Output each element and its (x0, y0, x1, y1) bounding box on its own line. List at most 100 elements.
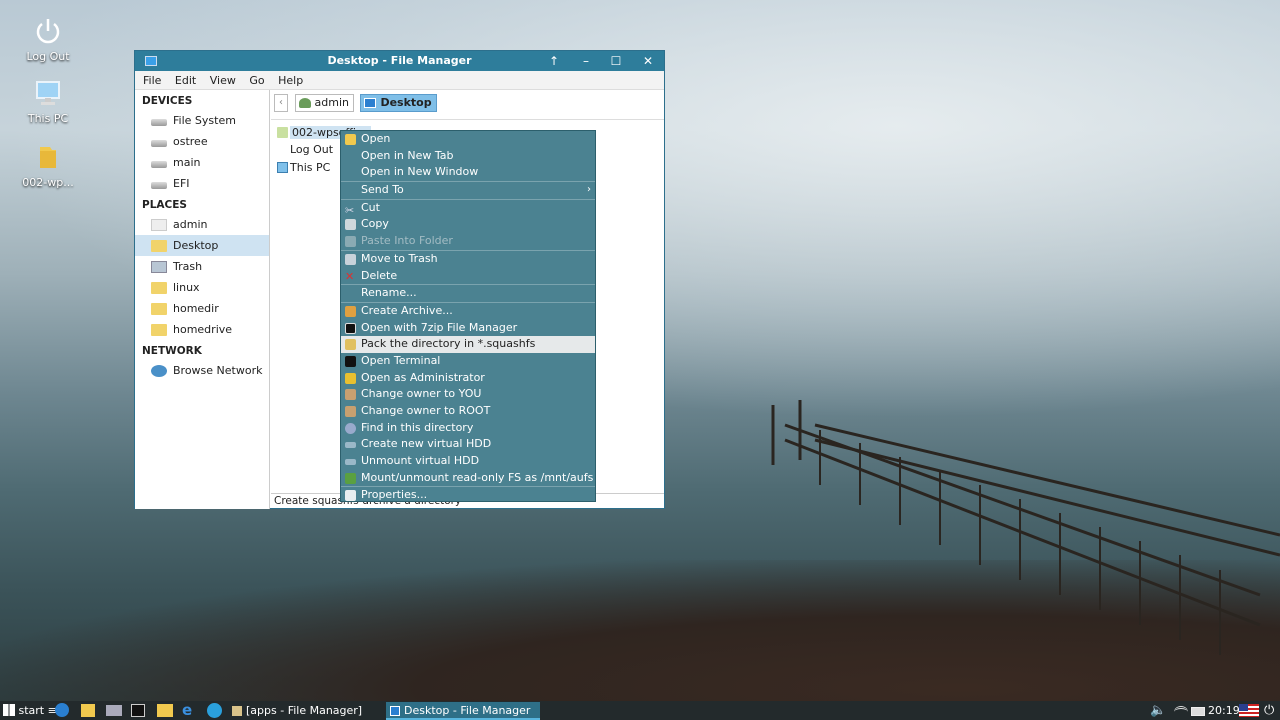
menu-item-open[interactable]: Open (341, 131, 595, 148)
menu-item-send-to[interactable]: Send To › (341, 182, 595, 199)
menu-item-open-new-window[interactable]: Open in New Window (341, 164, 595, 181)
desktop-folder-icon (151, 240, 167, 252)
computer-icon (36, 81, 60, 105)
info-icon[interactable] (55, 703, 69, 717)
window-titlebar[interactable]: Desktop - File Manager ↑ – ☐ ✕ (135, 51, 664, 71)
task-desktop-file-manager[interactable]: Desktop - File Manager (386, 702, 540, 720)
path-back-button[interactable]: ‹ (274, 94, 288, 112)
folder-open-icon (345, 134, 356, 145)
menu-edit[interactable]: Edit (172, 71, 199, 90)
menu-file[interactable]: File (140, 71, 164, 90)
drives-launcher-icon[interactable] (106, 705, 122, 716)
desktop-icon-thispc[interactable]: This PC (8, 78, 88, 125)
menu-item-unmount-virtual-hdd[interactable]: Unmount virtual HDD (341, 453, 595, 470)
home-icon (151, 219, 167, 231)
menu-item-open-new-tab[interactable]: Open in New Tab (341, 148, 595, 165)
sidebar-item-browse-network[interactable]: Browse Network (135, 360, 269, 381)
sidebar-item-label: linux (173, 281, 200, 294)
start-button[interactable]: start ≡ (3, 701, 57, 720)
task-apps-file-manager[interactable]: [apps - File Manager] (228, 702, 382, 720)
menu-item-create-archive[interactable]: Create Archive... (341, 303, 595, 320)
folder-icon (277, 127, 288, 138)
menu-item-find-in-directory[interactable]: Find in this directory (341, 420, 595, 437)
sidebar-item-label: EFI (173, 177, 190, 190)
folder-launcher-icon[interactable] (157, 704, 173, 717)
sidebar-item-homedir[interactable]: homedir (135, 298, 269, 319)
shield-icon (345, 372, 356, 384)
power-icon[interactable]: ⏻ (1264, 701, 1274, 720)
network-status-icon[interactable] (1174, 706, 1188, 718)
archive-icon (345, 305, 356, 317)
7zip-icon (345, 322, 356, 334)
user-icon (298, 98, 311, 108)
sidebar-item-label: main (173, 156, 201, 169)
menu-item-move-to-trash[interactable]: Move to Trash (341, 251, 595, 268)
breadcrumb-admin[interactable]: admin (294, 94, 354, 112)
menu-item-cut[interactable]: ✂ Cut (341, 200, 595, 217)
menu-item-change-owner-root[interactable]: Change owner to ROOT (341, 403, 595, 420)
clock[interactable]: 20:19 (1208, 701, 1240, 720)
browser-launcher-icon[interactable]: e (182, 701, 198, 720)
menu-item-mount-aufs[interactable]: Mount/unmount read-only FS as /mnt/aufs (341, 470, 595, 487)
sidebar-item-main[interactable]: main (135, 152, 269, 173)
drive-icon (151, 182, 167, 189)
wallpaper-pier (771, 400, 1280, 655)
taskbar: start ≡ e [apps - File Manager] Desktop … (0, 701, 1280, 720)
file-manager-launcher-icon[interactable] (81, 704, 95, 717)
folder-icon (151, 324, 167, 336)
volume-icon[interactable]: 🔈 (1150, 701, 1166, 720)
menu-item-open-7zip[interactable]: Open with 7zip File Manager (341, 320, 595, 337)
desktop-icon-wpsoffice[interactable]: 002-wp... (8, 142, 88, 189)
desktop-icon-logout[interactable]: Log Out (8, 16, 88, 63)
maximize-button[interactable]: ☐ (605, 51, 627, 71)
menu-item-rename[interactable]: Rename... (341, 285, 595, 302)
file-manager-icon (145, 56, 157, 66)
window-title: Desktop - File Manager (327, 54, 472, 67)
users-icon (345, 406, 356, 417)
desktop-icon (364, 98, 377, 108)
network-icon (151, 365, 167, 377)
sidebar-item-admin[interactable]: admin (135, 214, 269, 235)
sidebar-header-network: NETWORK (142, 345, 202, 357)
context-menu: Open Open in New Tab Open in New Window … (340, 130, 596, 502)
us-flag-icon[interactable] (1239, 704, 1259, 717)
sidebar-item-ostree[interactable]: ostree (135, 131, 269, 152)
sidebar-item-efi[interactable]: EFI (135, 173, 269, 194)
sidebar-header-devices: DEVICES (142, 95, 193, 107)
menu-item-open-as-admin[interactable]: Open as Administrator (341, 370, 595, 387)
sidebar-item-trash[interactable]: Trash (135, 256, 269, 277)
battery-icon[interactable] (1191, 707, 1205, 716)
properties-icon (345, 490, 356, 502)
menu-item-copy[interactable]: Copy (341, 216, 595, 233)
power-icon (36, 19, 60, 44)
menu-item-create-virtual-hdd[interactable]: Create new virtual HDD (341, 436, 595, 453)
desktop-icon-label: Log Out (26, 50, 70, 63)
sidebar-item-label: File System (173, 114, 236, 127)
menu-go[interactable]: Go (246, 71, 267, 90)
telegram-launcher-icon[interactable] (207, 703, 222, 718)
menu-item-pack-squashfs[interactable]: Pack the directory in *.squashfs (341, 336, 595, 353)
sidebar-item-desktop[interactable]: Desktop (135, 235, 269, 256)
terminal-launcher-icon[interactable] (131, 704, 145, 717)
sidebar-item-homedrive[interactable]: homedrive (135, 319, 269, 340)
menu-view[interactable]: View (207, 71, 239, 90)
menu-item-delete[interactable]: ✕ Delete (341, 268, 595, 285)
menu-item-properties[interactable]: Properties... (341, 487, 595, 504)
sidebar-item-linux[interactable]: linux (135, 277, 269, 298)
scissors-icon: ✂ (345, 203, 355, 217)
sidebar: DEVICES File System ostree main EFI PLAC… (135, 90, 270, 509)
minimize-button[interactable]: – (575, 51, 597, 71)
trash-icon (345, 253, 356, 265)
desktop-icon-label: This PC (27, 112, 69, 125)
keep-above-button[interactable]: ↑ (543, 51, 565, 71)
sidebar-item-filesystem[interactable]: File System (135, 110, 269, 131)
close-button[interactable]: ✕ (637, 51, 659, 71)
hdd-icon (345, 459, 356, 466)
squashfs-icon (345, 339, 356, 351)
file-item-thispc[interactable]: This PC (277, 159, 330, 176)
menu-item-change-owner-you[interactable]: Change owner to YOU (341, 386, 595, 403)
menu-item-open-terminal[interactable]: Open Terminal (341, 353, 595, 370)
file-item-logout[interactable]: Log Out (277, 141, 333, 158)
menu-help[interactable]: Help (275, 71, 306, 90)
breadcrumb-desktop[interactable]: Desktop (360, 94, 437, 112)
